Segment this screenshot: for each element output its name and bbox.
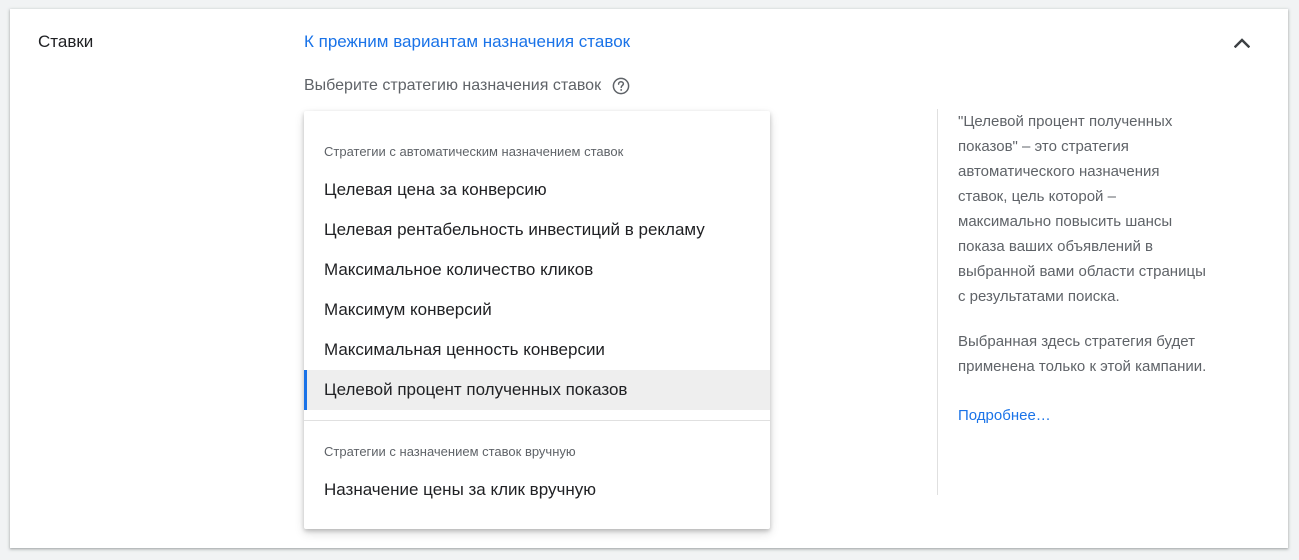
collapse-button[interactable] xyxy=(1228,29,1256,57)
option-manual-cpc[interactable]: Назначение цены за клик вручную xyxy=(304,470,770,510)
option-target-roas[interactable]: Целевая рентабельность инвестиций в рекл… xyxy=(304,210,770,250)
strategy-dropdown-menu: Стратегии с автоматическим назначением с… xyxy=(304,111,770,529)
learn-more-link[interactable]: Подробнее… xyxy=(958,405,1051,427)
option-target-cpa[interactable]: Целевая цена за конверсию xyxy=(304,170,770,210)
strategy-select-label: Выберите стратегию назначения ставок xyxy=(304,77,602,94)
group-header-manual: Стратегии с назначением ставок вручную xyxy=(324,444,576,459)
bidding-card: Ставки К прежним вариантам назначения ст… xyxy=(10,9,1288,548)
section-title: Ставки xyxy=(38,32,94,51)
chevron-up-icon xyxy=(1234,38,1250,48)
option-maximize-conversion-value[interactable]: Максимальная ценность конверсии xyxy=(304,330,770,370)
legacy-bidding-link[interactable]: К прежним вариантам назначения ставок xyxy=(304,31,630,53)
group-divider xyxy=(304,420,770,421)
info-scope-note: Выбранная здесь стратегия будет применен… xyxy=(958,333,1207,375)
info-description: "Целевой процент полученных показов" – э… xyxy=(958,113,1206,305)
option-target-impression-share[interactable]: Целевой процент полученных показов xyxy=(304,370,770,410)
option-maximize-conversions[interactable]: Максимум конверсий xyxy=(304,290,770,330)
strategy-info-panel: "Целевой процент полученных показов" – э… xyxy=(937,109,1207,495)
strategy-select-label-row: Выберите стратегию назначения ставок xyxy=(304,75,631,97)
option-maximize-clicks[interactable]: Максимальное количество кликов xyxy=(304,250,770,290)
group-header-auto: Стратегии с автоматическим назначением с… xyxy=(324,144,624,159)
help-circle-icon[interactable] xyxy=(611,76,631,96)
